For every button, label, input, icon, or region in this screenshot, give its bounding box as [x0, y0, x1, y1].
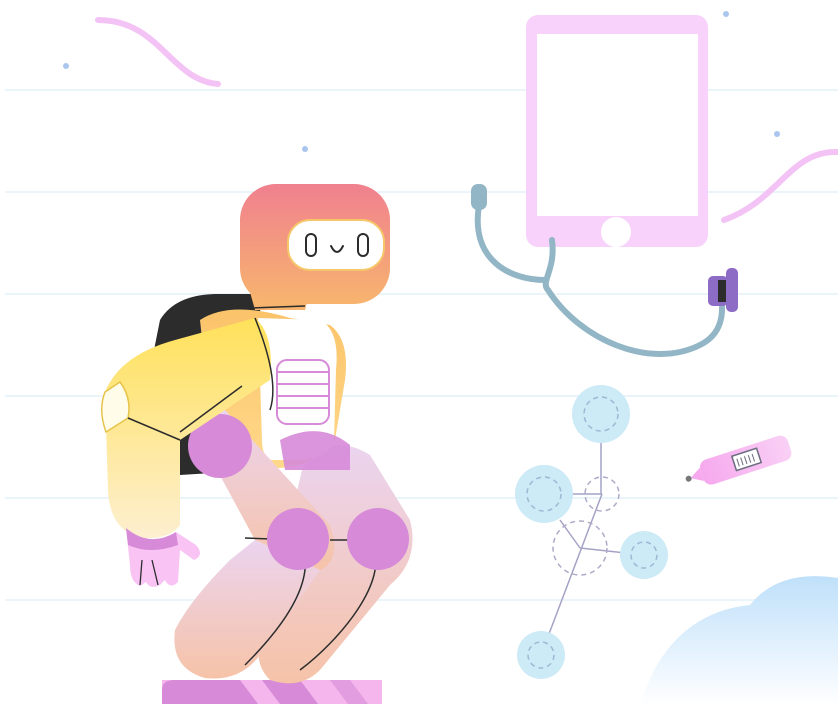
squiggle-left [95, 17, 221, 87]
robot-head [240, 184, 390, 304]
molecule [515, 385, 668, 679]
tablet [526, 15, 708, 247]
illustration-canvas [5, 11, 838, 705]
squiggle-right [721, 148, 838, 223]
robot-feet [162, 680, 382, 704]
robot-chest-vent [276, 359, 330, 425]
thermometer [685, 435, 792, 485]
illustration [0, 0, 838, 705]
robot [101, 184, 413, 704]
cloud-blob [640, 576, 838, 705]
